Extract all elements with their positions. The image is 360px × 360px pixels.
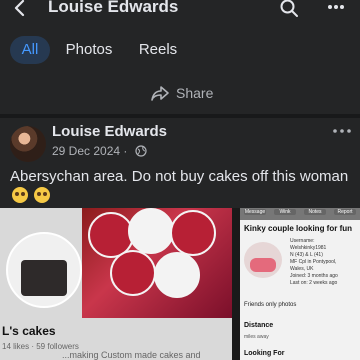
worried-face-icon: [12, 187, 28, 203]
shop-description: ...making Custom made cakes and: [62, 350, 201, 360]
shop-name: L's cakes: [2, 324, 56, 338]
screenshot-cake-page[interactable]: L's cakes 14 likes · 59 followers ...mak…: [0, 208, 232, 360]
post-text-body: Abersychan area. Do not buy cakes off th…: [10, 168, 349, 185]
page-title: Louise Edwards: [48, 0, 179, 16]
post-meta: 29 Dec 2024 ·: [52, 144, 147, 158]
search-icon[interactable]: [279, 0, 299, 18]
post-text: Abersychan area. Do not buy cakes off th…: [10, 167, 350, 207]
tab-all[interactable]: All: [10, 36, 50, 64]
filter-tabs: All Photos Reels: [0, 28, 360, 72]
cake-image: [21, 260, 67, 296]
screenshot-profile[interactable]: Message Wink Notes Report Kinky couple l…: [240, 208, 360, 360]
profile-tab: Wink: [274, 209, 296, 215]
info-line: MF Cpl in Pontypool,: [290, 259, 337, 265]
cover-photo: [82, 208, 232, 318]
profile-tabs: Message Wink Notes Report: [240, 208, 360, 220]
profile-info: Username: Welshkinky1981 N (43) & L (41)…: [290, 238, 338, 287]
back-icon[interactable]: [12, 0, 28, 18]
post-header: Louise Edwards 29 Dec 2024 ·: [0, 118, 360, 162]
share-icon: [151, 86, 169, 101]
tab-reels[interactable]: Reels: [132, 36, 184, 64]
info-line: Username:: [290, 238, 315, 244]
info-line: Welshkinky1981: [290, 245, 327, 251]
profile-tab: Notes: [304, 209, 326, 215]
worried-face-icon: [34, 187, 51, 203]
post-more-icon[interactable]: [332, 126, 352, 136]
globe-icon: [135, 145, 147, 157]
profile-tab: Message: [244, 209, 266, 215]
cupcake-image: [170, 210, 216, 256]
profile-tab: Report: [334, 209, 356, 215]
cupcake-image: [154, 252, 200, 298]
profile-photo: [244, 242, 282, 278]
post-author[interactable]: Louise Edwards: [52, 123, 167, 140]
profile-title: Kinky couple looking for fun: [244, 224, 352, 233]
share-label: Share: [176, 85, 214, 101]
info-line: Wales, UK: [290, 266, 314, 272]
info-line: Last on: 2 weeks ago: [290, 280, 338, 286]
info-line: N (43) & L (41): [290, 252, 323, 258]
post-media[interactable]: L's cakes 14 likes · 59 followers ...mak…: [0, 208, 360, 360]
distance-heading: Distance: [244, 322, 274, 329]
top-bar: Louise Edwards: [0, 0, 360, 20]
more-icon[interactable]: [326, 0, 346, 14]
looking-for-heading: Looking For: [244, 350, 285, 357]
cake-avatar: [6, 232, 82, 308]
friends-photos-row: Friends only photos: [244, 302, 297, 308]
cupcake-image: [128, 208, 174, 254]
info-line: Joined: 3 months ago: [290, 273, 338, 279]
cupcake-image: [110, 250, 156, 296]
tab-photos[interactable]: Photos: [60, 36, 118, 64]
photo-content: [250, 258, 276, 272]
avatar[interactable]: [10, 126, 46, 162]
distance-value: miles away: [244, 334, 269, 340]
post-date[interactable]: 29 Dec 2024 ·: [52, 144, 131, 158]
